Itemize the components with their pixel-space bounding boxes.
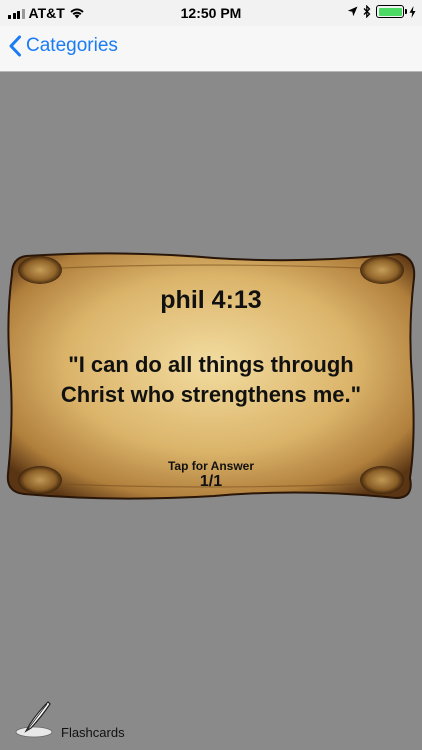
bluetooth-icon: [363, 5, 371, 18]
location-arrow-icon: [347, 6, 358, 17]
status-right: [347, 5, 416, 18]
navigation-bar: Categories: [0, 26, 422, 72]
flashcard[interactable]: phil 4:13 "I can do all things through C…: [4, 248, 418, 504]
categories-back-button[interactable]: Categories: [8, 35, 118, 57]
card-counter: 1/1: [199, 473, 223, 490]
battery-icon: [376, 5, 407, 18]
tab-flashcards-label: Flashcards: [61, 725, 125, 740]
flashcard-area: phil 4:13 "I can do all things through C…: [0, 72, 422, 700]
back-button-label: Categories: [26, 35, 118, 56]
chevron-left-icon: [9, 35, 21, 57]
status-bar: AT&T 12:50 PM: [0, 0, 422, 26]
battery-level: [378, 7, 402, 16]
flashcard-reference: phil 4:13: [160, 286, 262, 314]
tab-bar: Flashcards: [0, 700, 422, 750]
quill-pen-icon: [15, 701, 53, 738]
tap-for-answer-hint: Tap for Answer: [167, 459, 254, 473]
charging-bolt-icon: [409, 5, 416, 18]
flashcard-verse: "I can do all things through Christ who …: [60, 352, 362, 407]
